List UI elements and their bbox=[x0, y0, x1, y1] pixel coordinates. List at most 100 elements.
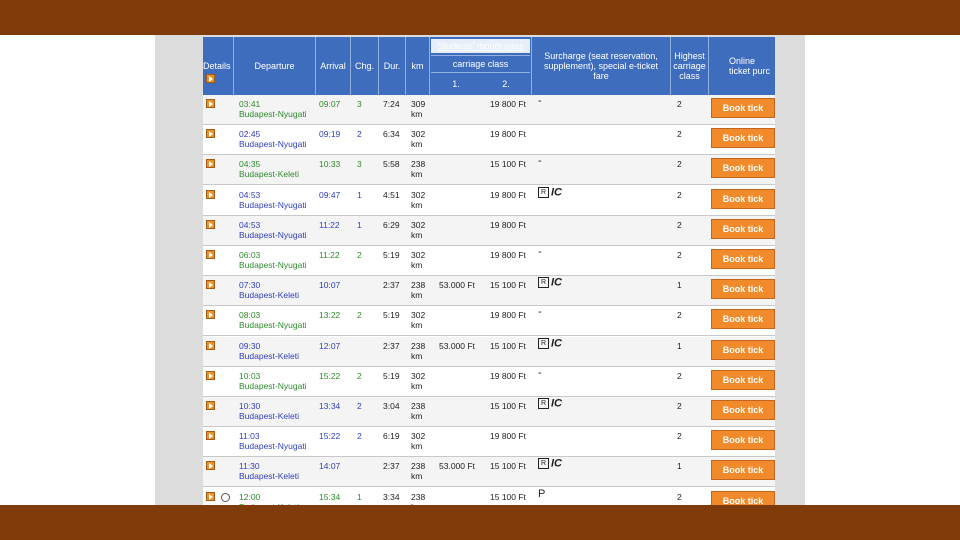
fare-cell: 19 800 Ft bbox=[490, 129, 526, 140]
book-ticket-button[interactable]: Book tick bbox=[711, 188, 775, 209]
highest-class-cell: 2 bbox=[677, 159, 682, 170]
duration-cell: 3:34 bbox=[383, 491, 400, 502]
table-row: 10:30 Budapest-Keleti 13:34 2 3:04 238 km 15 10… bbox=[203, 397, 775, 427]
row-details-icon[interactable] bbox=[206, 219, 215, 229]
student-fare-cell: 53.000 Ft bbox=[439, 461, 475, 472]
row-details-icon[interactable] bbox=[206, 340, 215, 350]
table-row: 11:30 Budapest-Keleti 14:07 2:37 238 km 53.000… bbox=[203, 457, 775, 488]
book-ticket-button[interactable]: Book tick bbox=[711, 98, 775, 118]
student-fare-cell: 53.000 Ft bbox=[439, 280, 475, 291]
highest-class-cell: 2 bbox=[677, 401, 682, 411]
changes-cell: 2 bbox=[357, 129, 362, 140]
arrival-cell: 09:07 bbox=[319, 99, 341, 109]
duration-cell: 2:37 bbox=[383, 340, 400, 351]
book-ticket-button[interactable]: Book tick bbox=[711, 309, 775, 330]
fare-cell: 15 100 Ft bbox=[490, 491, 526, 502]
km-cell: 302 km bbox=[411, 189, 426, 210]
row-details-icon[interactable] bbox=[206, 99, 215, 108]
top-band bbox=[0, 0, 960, 35]
duration-cell: 5:19 bbox=[383, 370, 400, 381]
col-km[interactable]: km bbox=[406, 37, 430, 95]
departure-cell: 10:03 Budapest-Nyugati bbox=[239, 370, 307, 391]
row-details-icon[interactable] bbox=[206, 310, 215, 320]
km-cell: 238km bbox=[411, 401, 426, 421]
changes-cell: 2 bbox=[357, 370, 362, 381]
col-details: Details bbox=[203, 37, 234, 95]
highest-class-cell: 2 bbox=[677, 219, 682, 230]
col-highest-class: Highest carriage class bbox=[671, 37, 709, 95]
reservation-icon: R bbox=[538, 458, 549, 470]
departure-cell: 04:35 Budapest-Keleti bbox=[239, 159, 300, 180]
col-departure[interactable]: Departure bbox=[234, 37, 316, 95]
row-details-icon[interactable] bbox=[206, 159, 215, 169]
duration-cell: 3:04 bbox=[383, 401, 400, 411]
fare-cell: 19 800 Ft bbox=[490, 219, 526, 230]
screenshot-frame: Details Departure Arrival Chg. Dur. km S… bbox=[155, 35, 805, 505]
row-details-icon[interactable] bbox=[206, 461, 215, 471]
book-ticket-button[interactable]: Book tick bbox=[711, 430, 775, 451]
carriage-class-header: carriage class bbox=[431, 55, 530, 73]
book-ticket-button[interactable]: Book tick bbox=[711, 490, 775, 505]
duration-cell: 5:58 bbox=[383, 159, 400, 170]
highest-class-cell: 2 bbox=[677, 129, 682, 140]
students-month-pass-link[interactable]: Students' month pass bbox=[431, 39, 530, 53]
book-ticket-button[interactable]: Book tick bbox=[711, 249, 775, 269]
km-cell: 238km bbox=[411, 461, 426, 482]
book-ticket-button[interactable]: Book tick bbox=[711, 400, 775, 420]
duration-cell: 2:37 bbox=[383, 280, 400, 291]
table-header: Details Departure Arrival Chg. Dur. km S… bbox=[203, 37, 775, 95]
book-ticket-button[interactable]: Book tick bbox=[711, 279, 775, 300]
details-expand-icon[interactable] bbox=[206, 74, 215, 83]
col-duration[interactable]: Dur. bbox=[379, 37, 406, 95]
departure-cell: 12:00Budapest-Keleti bbox=[239, 491, 299, 505]
changes-cell: 2 bbox=[357, 431, 362, 442]
row-details-icon[interactable] bbox=[206, 280, 215, 290]
km-cell: 302 km bbox=[411, 129, 426, 150]
table-row: 04:35 Budapest-Keleti 10:33 3 5:58 238 km 15 10… bbox=[203, 155, 775, 186]
row-details-icon[interactable] bbox=[206, 250, 215, 259]
changes-cell: 1 bbox=[357, 219, 362, 230]
changes-cell: 2 bbox=[357, 401, 362, 411]
book-ticket-button[interactable]: Book tick bbox=[711, 339, 775, 360]
reservation-icon: R bbox=[538, 337, 549, 349]
col-surcharge: Surcharge (seat reservation, supplement)… bbox=[531, 37, 671, 95]
fare-cell: 15 100 Ft bbox=[490, 159, 526, 170]
fare-cell: 19 800 Ft bbox=[490, 370, 526, 381]
km-cell: 302 km bbox=[411, 219, 426, 240]
fare-cell: 19 800 Ft bbox=[490, 250, 526, 260]
duration-cell: 2:37 bbox=[383, 461, 400, 472]
highest-class-cell: 2 bbox=[677, 250, 682, 260]
row-details-icon[interactable] bbox=[206, 431, 215, 441]
row-details-icon[interactable] bbox=[206, 129, 215, 139]
fare-cell: 15 100 Ft bbox=[490, 401, 526, 411]
book-ticket-button[interactable]: Book tick bbox=[711, 218, 775, 239]
changes-cell: 1 bbox=[357, 189, 362, 200]
row-details-icon[interactable] bbox=[206, 491, 215, 501]
highest-class-cell: 2 bbox=[677, 189, 682, 200]
km-cell: 238km bbox=[411, 340, 426, 361]
book-ticket-button[interactable]: Book tick bbox=[711, 460, 775, 481]
km-cell: 309 km bbox=[411, 99, 426, 119]
row-details-icon[interactable] bbox=[206, 401, 215, 410]
row-details-icon[interactable] bbox=[206, 370, 215, 380]
arrival-cell: 10:07 bbox=[319, 280, 341, 291]
arrival-cell: 11:22 bbox=[319, 250, 340, 260]
bottom-band bbox=[0, 505, 960, 540]
surcharge-cell: R IC bbox=[538, 186, 562, 198]
book-ticket-button[interactable]: Book tick bbox=[711, 128, 775, 149]
clock-icon bbox=[221, 492, 230, 502]
col-arrival[interactable]: Arrival bbox=[316, 37, 351, 95]
row-details-icon[interactable] bbox=[206, 189, 215, 199]
book-ticket-button[interactable]: Book tick bbox=[711, 158, 775, 179]
surcharge-cell: - bbox=[538, 95, 542, 107]
changes-cell: 2 bbox=[357, 310, 362, 321]
book-ticket-button[interactable]: Book tick bbox=[711, 369, 775, 390]
col-changes[interactable]: Chg. bbox=[351, 37, 379, 95]
fare-cell: 19 800 Ft bbox=[490, 431, 526, 442]
table-row: 04:53 Budapest-Nyugati 09:47 1 4:51 302 km 19 8… bbox=[203, 185, 775, 216]
surcharge-cell: R IC bbox=[538, 398, 562, 409]
fare-cell: 15 100 Ft bbox=[490, 280, 526, 291]
table-row: 07:30 Budapest-Keleti 10:07 2:37 238 km 53.000… bbox=[203, 276, 775, 307]
departure-cell: 10:30 Budapest-Keleti bbox=[239, 401, 300, 421]
intercity-icon: IC bbox=[551, 457, 562, 470]
